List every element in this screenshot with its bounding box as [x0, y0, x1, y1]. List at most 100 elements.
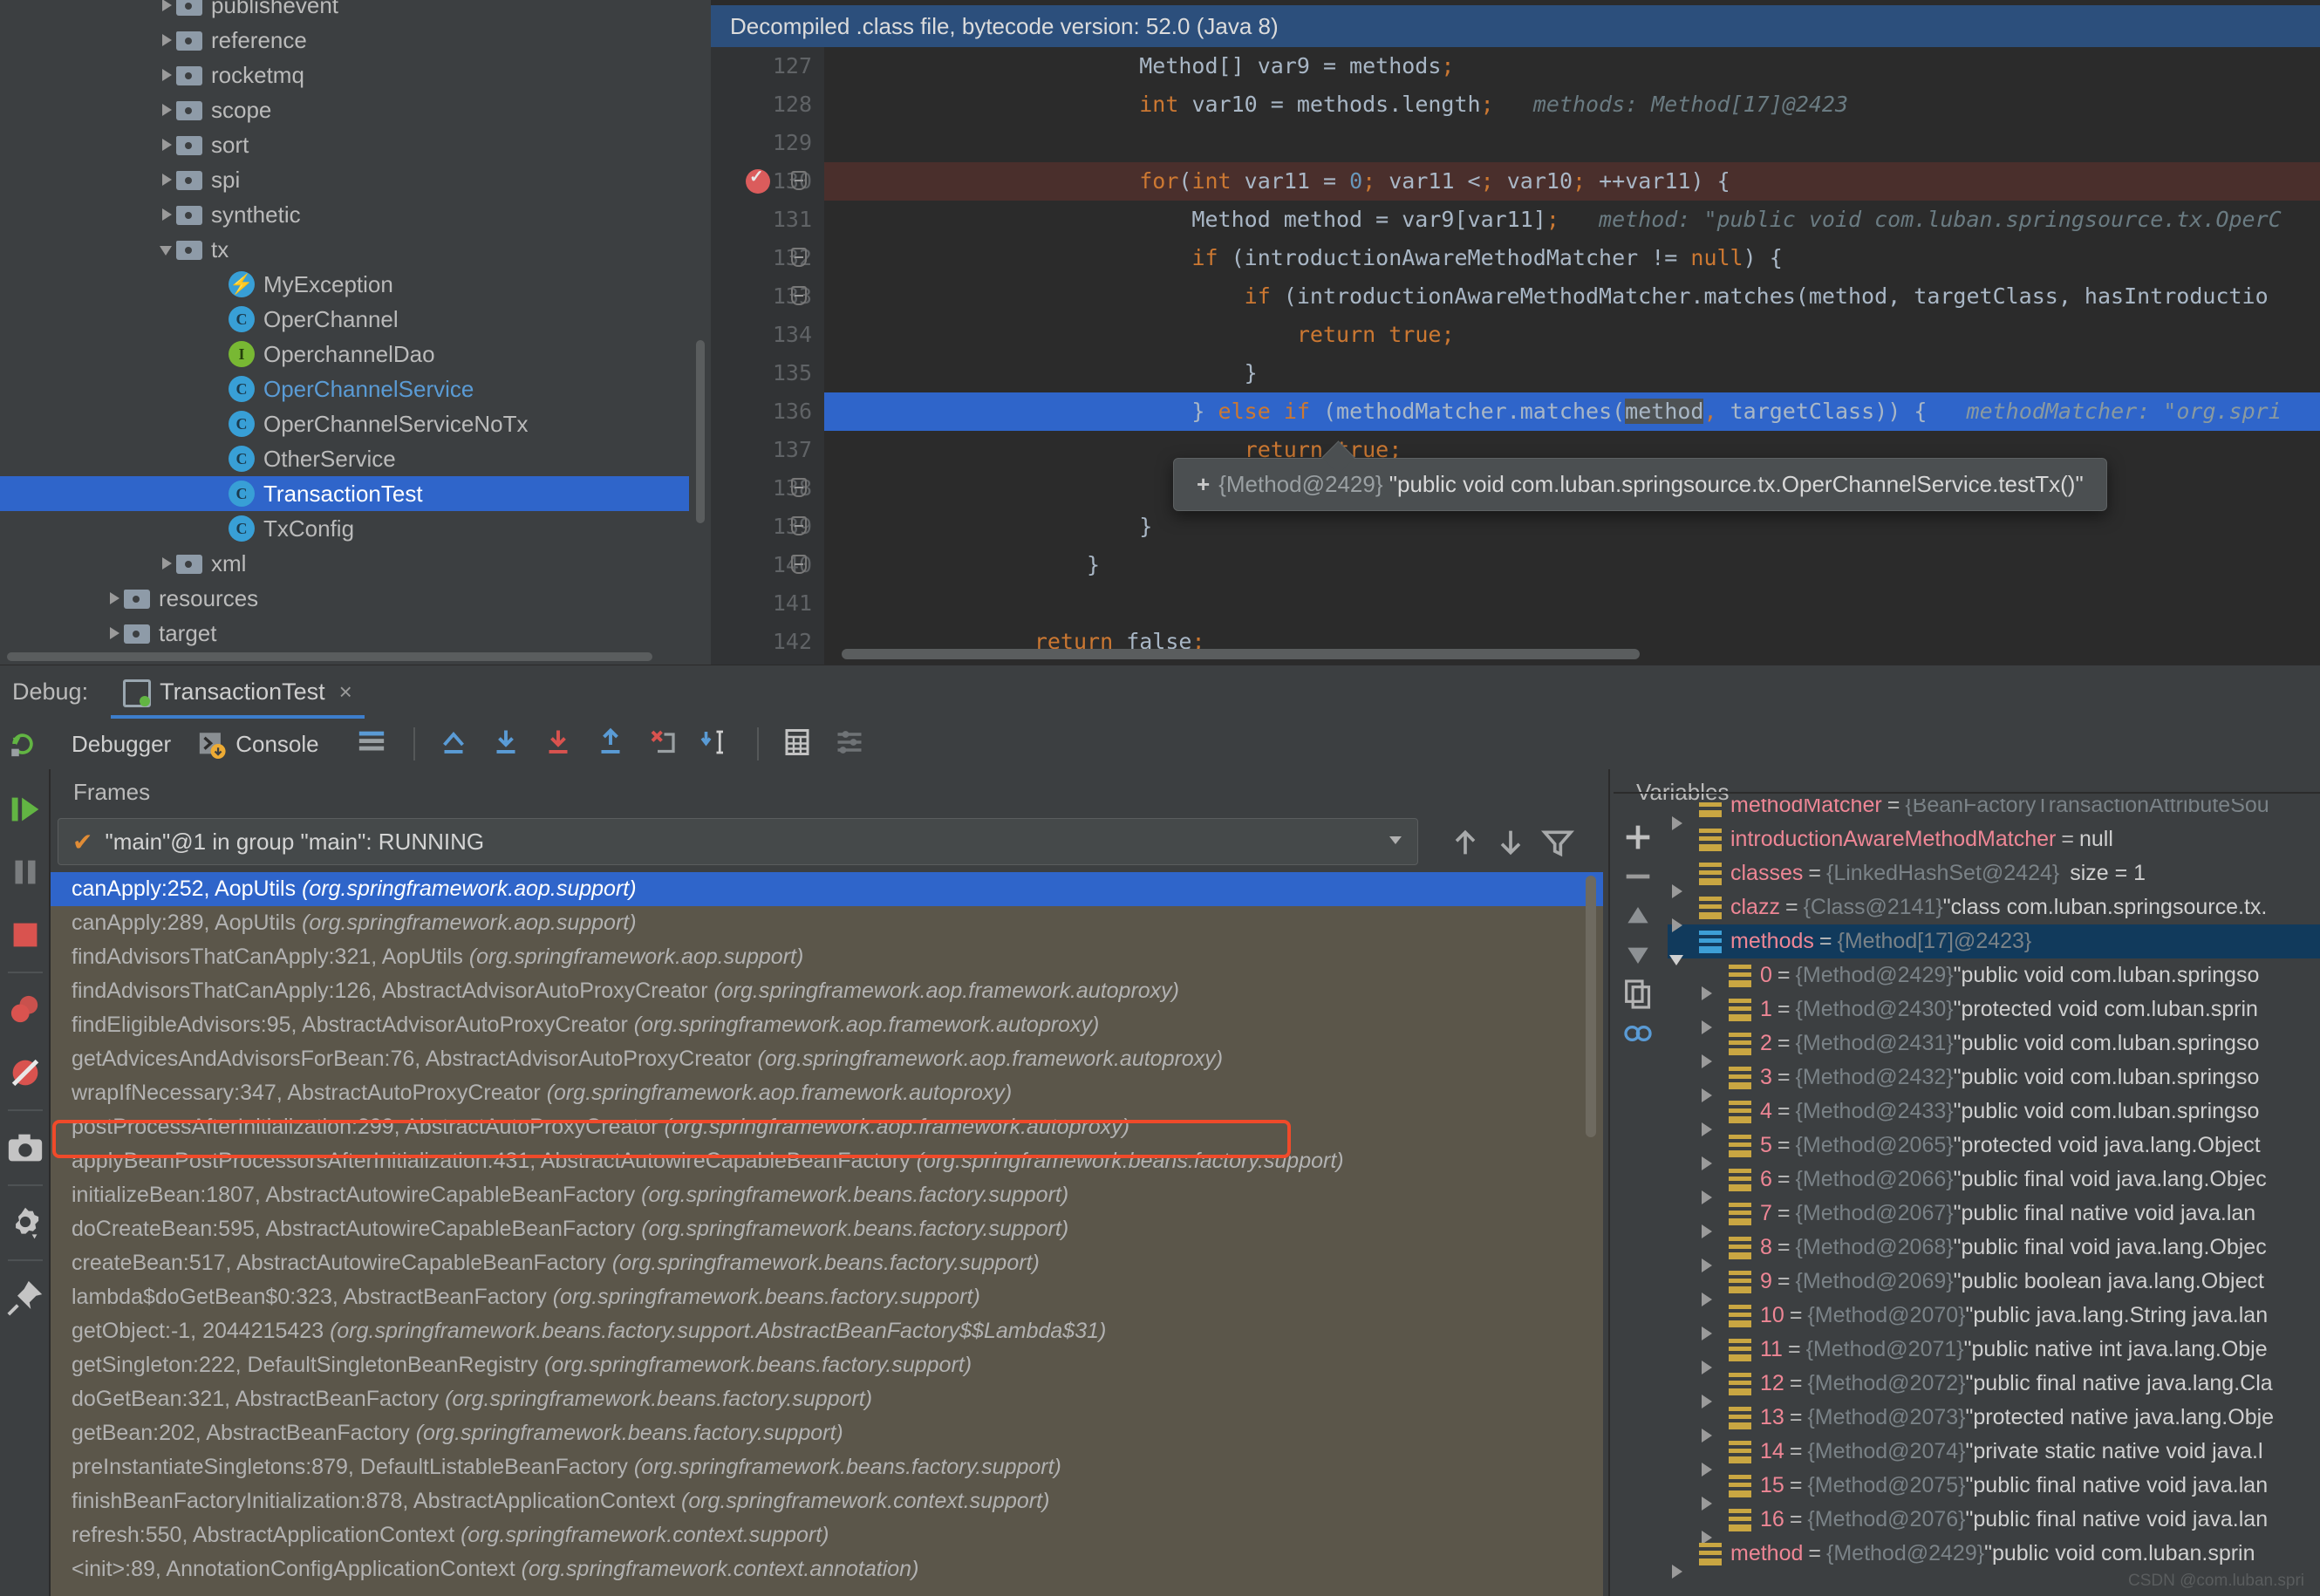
resume-program-button[interactable] — [5, 789, 45, 829]
tree-item-transactiontest[interactable]: C TransactionTest — [0, 476, 689, 511]
chevron-right-icon[interactable] — [157, 135, 176, 154]
tree-item-operchannelservicenotx[interactable]: C OperChannelServiceNoTx — [0, 406, 689, 441]
editor-gutter[interactable] — [711, 47, 824, 665]
variable-row[interactable]: 5 = {Method@2065} "protected void java.lan… — [1668, 1129, 2320, 1170]
chevron-down-icon[interactable] — [1389, 836, 1402, 844]
tree-item-scope[interactable]: scope — [0, 92, 689, 127]
tree-item-rocketmq[interactable]: rocketmq — [0, 58, 689, 92]
show-execution-point-button[interactable] — [436, 726, 474, 761]
code-line-136[interactable]: } else if (methodMatcher.matches(method,… — [824, 392, 2320, 431]
stack-frame-row[interactable]: getBean:202, AbstractBeanFactory (org.sp… — [51, 1416, 1603, 1450]
chevron-right-icon[interactable] — [157, 0, 176, 15]
variable-row[interactable]: 13 = {Method@2073} "protected native java.… — [1668, 1401, 2320, 1443]
chevron-right-icon[interactable] — [105, 624, 124, 643]
code-line-129[interactable] — [824, 124, 2320, 162]
expand-icon[interactable]: + — [1197, 471, 1210, 497]
stack-vertical-scrollbar[interactable] — [1586, 876, 1596, 1137]
stack-frame-row[interactable]: applyBeanPostProcessorsAfterInitializati… — [51, 1144, 1603, 1178]
variable-row[interactable]: 10 = {Method@2070} "public java.lang.Strin… — [1668, 1299, 2320, 1340]
chevron-right-icon[interactable] — [157, 65, 176, 85]
stack-frame-row[interactable]: finishBeanFactoryInitialization:878, Abs… — [51, 1484, 1603, 1518]
remove-watch-button[interactable] — [1621, 874, 1655, 897]
thread-selector[interactable]: ✔ "main"@1 in group "main": RUNNING — [58, 818, 1418, 865]
tree-item-xml[interactable]: xml — [0, 546, 689, 581]
settings-gear-button[interactable] — [5, 1203, 45, 1243]
project-tree[interactable]: publishevent reference rocketmq scope sort sp… — [0, 0, 689, 665]
frames-up-button[interactable] — [1448, 825, 1483, 860]
stop-button[interactable] — [5, 915, 45, 955]
tree-item-operchannelservice[interactable]: C OperChannelService — [0, 372, 689, 406]
stack-frame-row[interactable]: canApply:289, AopUtils (org.springframew… — [51, 906, 1603, 940]
tree-item-spi[interactable]: spi — [0, 162, 689, 197]
code-line-135[interactable]: } — [824, 354, 2320, 392]
stack-frame-row[interactable]: createBean:517, AbstractAutowireCapableB… — [51, 1246, 1603, 1280]
stack-frame-row[interactable]: canApply:252, AopUtils (org.springframew… — [51, 872, 1603, 906]
code-line-131[interactable]: Method method = var9[var11]; method: "pu… — [824, 201, 2320, 239]
add-watch-button[interactable] — [1621, 825, 1655, 858]
tree-item-publishevent[interactable]: publishevent — [0, 0, 689, 23]
variable-row[interactable]: 1 = {Method@2430} "protected void com.luba… — [1668, 992, 2320, 1034]
stack-frame-row[interactable]: getObject:-1, 2044215423 (org.springfram… — [51, 1314, 1603, 1348]
variable-row[interactable]: 2 = {Method@2431} "public void com.luban.s… — [1668, 1026, 2320, 1068]
mute-breakpoints-button[interactable] — [5, 1053, 45, 1093]
move-up-button[interactable] — [1621, 907, 1655, 937]
step-into-button[interactable] — [541, 726, 579, 761]
variable-row[interactable]: method = {Method@2429} "public void com.lu… — [1668, 1537, 2320, 1579]
variable-row[interactable]: 11 = {Method@2071} "public native int java… — [1668, 1333, 2320, 1374]
variable-row[interactable]: 6 = {Method@2066} "public final void java.… — [1668, 1163, 2320, 1204]
tree-item-txconfig[interactable]: C TxConfig — [0, 511, 689, 546]
code-line-128[interactable]: int var10 = methods.length; methods: Met… — [824, 85, 2320, 124]
code-line-132[interactable]: if (introductionAwareMethodMatcher != nu… — [824, 239, 2320, 277]
stack-frame-row[interactable]: doCreateBean:595, AbstractAutowireCapabl… — [51, 1212, 1603, 1246]
stack-frame-row[interactable]: refresh:550, AbstractApplicationContext … — [51, 1518, 1603, 1552]
step-out-button[interactable] — [593, 726, 631, 761]
tree-item-otherservice[interactable]: C OtherService — [0, 441, 689, 476]
stack-frames-list[interactable]: canApply:252, AopUtils (org.springframew… — [51, 872, 1603, 1596]
stack-frame-row[interactable]: wrapIfNecessary:347, AbstractAutoProxyCr… — [51, 1076, 1603, 1110]
variable-row[interactable]: 16 = {Method@2076} "public final native vo… — [1668, 1503, 2320, 1545]
variables-list[interactable]: methodMatcher = {BeanFactoryTransactionAtt… — [1668, 799, 2320, 1596]
stack-frame-row[interactable]: lambda$doGetBean$0:323, AbstractBeanFact… — [51, 1280, 1603, 1314]
stack-frame-row[interactable]: doGetBean:321, AbstractBeanFactory (org.… — [51, 1382, 1603, 1416]
stack-frame-row[interactable]: findAdvisorsThatCanApply:126, AbstractAd… — [51, 974, 1603, 1008]
force-step-into-button[interactable] — [645, 726, 684, 761]
stack-frame-row[interactable]: getSingleton:222, DefaultSingletonBeanRe… — [51, 1348, 1603, 1382]
tree-item-reference[interactable]: reference — [0, 23, 689, 58]
variable-row[interactable]: introductionAwareMethodMatcher = null — [1668, 822, 2320, 856]
debug-side-rail[interactable] — [0, 769, 51, 1596]
variable-row[interactable]: 4 = {Method@2433} "public void com.luban.s… — [1668, 1095, 2320, 1136]
run-to-cursor-button[interactable] — [698, 726, 736, 761]
variable-row[interactable]: 7 = {Method@2067} "public final native voi… — [1668, 1197, 2320, 1238]
variable-row[interactable]: 14 = {Method@2074} "private static native … — [1668, 1435, 2320, 1477]
pin-tab-button[interactable] — [5, 1278, 45, 1318]
tab-debugger[interactable]: Debugger — [65, 731, 177, 774]
variables-side-buttons[interactable] — [1614, 820, 1668, 1151]
move-down-button[interactable] — [1621, 947, 1655, 976]
tree-vertical-scrollbar[interactable] — [696, 340, 705, 523]
code-line-141[interactable] — [824, 584, 2320, 623]
pause-program-button[interactable] — [5, 852, 45, 892]
variable-row[interactable]: 9 = {Method@2069} "public boolean java.lan… — [1668, 1265, 2320, 1306]
code-line-134[interactable]: return true; — [824, 316, 2320, 354]
code-line-133[interactable]: if (introductionAwareMethodMatcher.match… — [824, 277, 2320, 316]
chevron-right-icon[interactable] — [157, 170, 176, 189]
variable-row[interactable]: classes = {LinkedHashSet@2424} size = 1 — [1668, 856, 2320, 898]
close-icon[interactable]: × — [339, 679, 352, 706]
variable-row[interactable]: 15 = {Method@2075} "public final native vo… — [1668, 1469, 2320, 1511]
tab-console[interactable]: Console — [197, 729, 319, 759]
code-lines[interactable]: Method[] var9 = methods; int var10 = met… — [824, 47, 2320, 665]
settings-button[interactable] — [832, 726, 870, 761]
stack-frame-row[interactable]: findAdvisorsThatCanApply:321, AopUtils (… — [51, 940, 1603, 974]
chevron-right-icon[interactable] — [157, 31, 176, 50]
stack-frame-row[interactable]: initializeBean:1807, AbstractAutowireCap… — [51, 1178, 1603, 1212]
tree-horizontal-scrollbar[interactable] — [7, 652, 652, 661]
tree-item-resources[interactable]: resources — [0, 581, 689, 616]
run-configuration-tab[interactable]: TransactionTest × — [111, 665, 365, 720]
view-breakpoints-button[interactable] — [5, 990, 45, 1030]
tree-item-myexception[interactable]: ⚡ MyException — [0, 267, 689, 302]
stack-frame-row[interactable]: getAdvicesAndAdvisorsForBean:76, Abstrac… — [51, 1042, 1603, 1076]
code-line-130[interactable]: for(int var11 = 0; var11 <; var10; ++var… — [824, 162, 2320, 201]
compare-button[interactable] — [1621, 1025, 1655, 1054]
stack-frame-row[interactable]: postProcessAfterInitialization:299, Abst… — [51, 1110, 1603, 1144]
chevron-down-icon[interactable] — [157, 240, 176, 259]
